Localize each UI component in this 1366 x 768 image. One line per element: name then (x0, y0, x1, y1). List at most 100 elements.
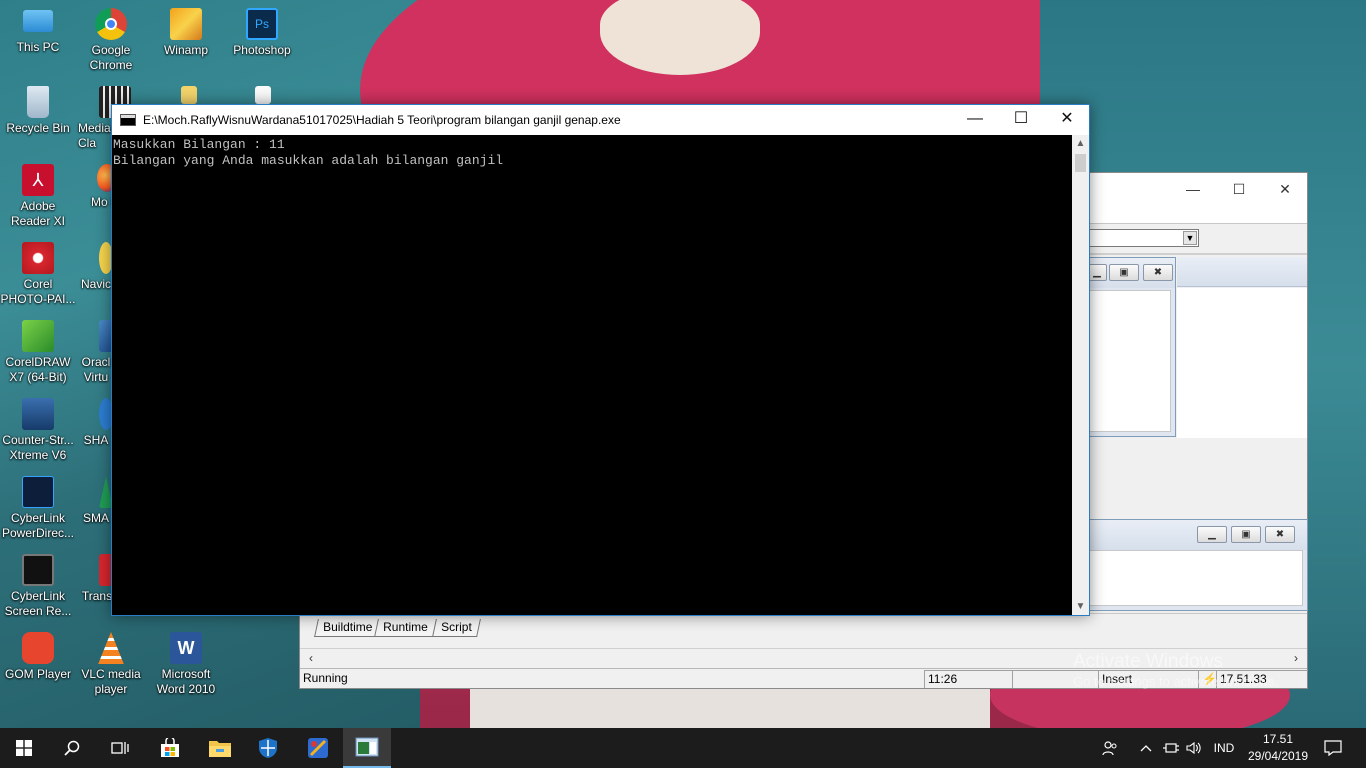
mdi-content-area[interactable] (1085, 290, 1171, 432)
start-button[interactable] (0, 728, 48, 768)
background-close-button[interactable]: ✕ (1262, 179, 1308, 201)
desktop-icon-word[interactable]: W Microsoft Word 2010 (148, 632, 224, 697)
desktop-icon-winamp[interactable]: Winamp (148, 8, 224, 58)
desktop-icon-recycle-bin[interactable]: Recycle Bin (0, 86, 76, 136)
mdi-restore-button[interactable]: ▣ (1109, 264, 1139, 281)
mdi-lower-restore-button[interactable]: ▣ (1231, 526, 1261, 543)
clock-time: 17.51 (1262, 732, 1294, 746)
status-cursor-position: 11:26 (924, 670, 1012, 688)
desktop-icon-adobe-reader[interactable]: ⅄ Adobe Reader XI (0, 164, 76, 229)
task-view-icon (111, 742, 129, 754)
search-icon (64, 740, 80, 756)
desktop-icon-gom-player[interactable]: GOM Player (0, 632, 76, 682)
tab-buildtime[interactable]: Buildtime (314, 619, 382, 637)
winamp-icon (170, 8, 202, 40)
console-vertical-scrollbar[interactable]: ▲ ▼ (1072, 135, 1089, 615)
scroll-down-icon[interactable]: ▼ (1072, 598, 1089, 615)
game-app-taskbar-button[interactable] (294, 728, 342, 768)
chevron-down-icon[interactable]: ▼ (1183, 231, 1197, 245)
power-plug-icon (1163, 743, 1179, 753)
action-center-button[interactable] (1318, 728, 1348, 768)
console-minimize-button[interactable]: — (952, 105, 998, 135)
recycle-bin-icon (27, 86, 49, 118)
console-titlebar[interactable]: E:\Moch.RaflyWisnuWardana51017025\Hadiah… (112, 105, 1089, 135)
desktop-icon-sma[interactable]: SMA (73, 476, 113, 526)
store-icon (161, 738, 179, 757)
adobe-reader-icon: ⅄ (22, 164, 54, 196)
console-icon (120, 114, 136, 126)
desktop-icon-counter-strike[interactable]: Counter-Str... Xtreme V6 (0, 398, 76, 463)
console-line: Bilangan yang Anda masukkan adalah bilan… (113, 153, 504, 168)
background-maximize-button[interactable]: ☐ (1216, 179, 1262, 201)
console-window[interactable]: E:\Moch.RaflyWisnuWardana51017025\Hadiah… (111, 104, 1090, 616)
desktop-icon-trans[interactable]: Trans (73, 554, 113, 604)
mdi-lower-content-area[interactable] (1085, 550, 1303, 606)
input-language-indicator[interactable]: IND (1208, 728, 1240, 768)
desktop-icon-coreldraw[interactable]: CorelDRAW X7 (64-Bit) (0, 320, 76, 385)
gom-player-icon (22, 632, 54, 664)
counter-strike-icon (22, 398, 54, 430)
photoshop-icon: Ps (246, 8, 278, 40)
store-taskbar-button[interactable] (146, 728, 194, 768)
coreldraw-icon (22, 320, 54, 352)
desktop-icon-sha[interactable]: SHA (73, 398, 113, 448)
desktop-icon-navicat[interactable]: Navic (73, 242, 113, 292)
background-minimize-button[interactable]: — (1170, 179, 1216, 201)
console-line: Masukkan Bilangan : 11 (113, 137, 285, 152)
mdi-child-window-lower[interactable]: ▁ ▣ ✖ (1080, 519, 1308, 611)
people-button[interactable] (1097, 728, 1123, 768)
desktop-icon-this-pc[interactable]: This PC (0, 8, 76, 55)
desktop-icon-vlc[interactable]: VLC media player (73, 632, 149, 697)
taskbar: IND 17.51 29/04/2019 (0, 728, 1366, 768)
tab-script[interactable]: Script (432, 619, 481, 637)
search-button[interactable] (48, 728, 96, 768)
folder-icon (181, 86, 197, 104)
desktop-icon-corel-photopaint[interactable]: Corel PHOTO-PAI... (0, 242, 76, 307)
corel-photopaint-icon (22, 242, 54, 274)
chevron-up-icon (1140, 745, 1152, 752)
status-state: Running (303, 671, 348, 685)
mdi-close-button[interactable]: ✖ (1143, 264, 1173, 281)
word-icon: W (170, 632, 202, 664)
this-pc-icon (23, 10, 53, 32)
file-explorer-taskbar-button[interactable] (196, 728, 244, 768)
desktop-icon-virtualbox[interactable]: Oracl Virtu (73, 320, 113, 385)
console-title: E:\Moch.RaflyWisnuWardana51017025\Hadiah… (143, 113, 621, 127)
show-hidden-icons-button[interactable] (1135, 728, 1157, 768)
shield-icon (259, 738, 277, 758)
tab-runtime[interactable]: Runtime (374, 619, 437, 637)
scrollbar-thumb[interactable] (1075, 154, 1086, 172)
taskbar-clock[interactable]: 17.51 29/04/2019 (1246, 731, 1310, 765)
security-taskbar-button[interactable] (244, 728, 292, 768)
mdi-minimize-button[interactable]: ▁ (1087, 264, 1107, 281)
people-icon (1102, 741, 1117, 756)
mdi-child-window-upper[interactable]: ▁ ▣ ✖ (1080, 257, 1176, 437)
console-close-button[interactable]: ✕ (1044, 105, 1090, 135)
desktop-icon-media-player-classic[interactable]: Media Cla (73, 86, 131, 151)
activate-windows-watermark: Activate Windows Go to Settings to activ… (1073, 651, 1279, 690)
desktop-icon-screen-recorder[interactable]: CyberLink Screen Re... (0, 554, 76, 619)
notification-icon (1324, 740, 1342, 756)
scroll-right-icon[interactable]: › (1287, 649, 1305, 667)
screen-recorder-icon (22, 554, 54, 586)
windows-logo-icon (16, 740, 32, 756)
console-output[interactable]: Masukkan Bilangan : 11 Bilangan yang Anda… (112, 135, 1072, 615)
scroll-up-icon[interactable]: ▲ (1072, 135, 1089, 152)
power-status-button[interactable] (1159, 728, 1183, 768)
chrome-icon (95, 8, 127, 40)
toolbar-dropdown[interactable]: ▼ (1085, 229, 1199, 247)
desktop-icon-chrome[interactable]: Google Chrome (73, 8, 149, 73)
console-taskbar-button[interactable] (343, 728, 391, 768)
mdi-lower-minimize-button[interactable]: ▁ (1197, 526, 1227, 543)
document-icon (255, 86, 271, 104)
desktop-icon-photoshop[interactable]: Ps Photoshop (224, 8, 300, 58)
volume-button[interactable] (1183, 728, 1205, 768)
console-maximize-button[interactable]: ☐ (998, 105, 1044, 135)
desktop-icon-powerdirector[interactable]: CyberLink PowerDirec... (0, 476, 76, 541)
scroll-left-icon[interactable]: ‹ (302, 649, 320, 667)
task-view-button[interactable] (96, 728, 144, 768)
console-app-icon (355, 737, 379, 757)
mdi-lower-close-button[interactable]: ✖ (1265, 526, 1295, 543)
file-explorer-icon (209, 741, 231, 757)
desktop-icon-firefox[interactable]: Mo Fire (73, 164, 132, 210)
